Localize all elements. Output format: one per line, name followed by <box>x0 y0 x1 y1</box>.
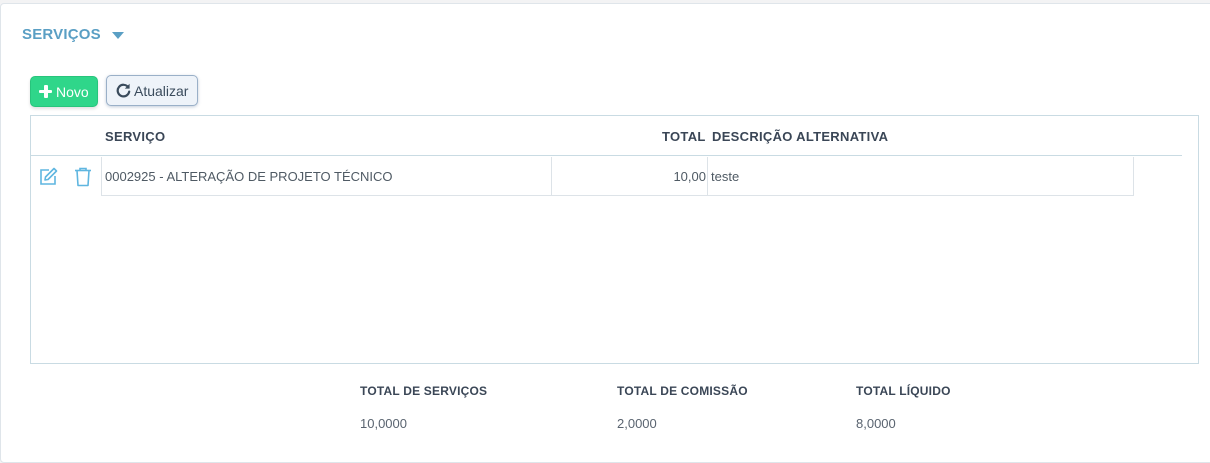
total-comissao-value: 2,0000 <box>617 416 657 431</box>
new-button-label: Novo <box>56 83 89 100</box>
refresh-icon <box>116 83 131 98</box>
grid-header: SERVIÇO TOTAL DESCRIÇÃO ALTERNATIVA <box>31 116 1182 156</box>
column-header-descricao[interactable]: DESCRIÇÃO ALTERNATIVA <box>712 129 888 144</box>
column-header-total[interactable]: TOTAL <box>662 129 706 144</box>
trash-icon[interactable] <box>72 166 94 188</box>
cell-servico: 0002925 - ALTERAÇÃO DE PROJETO TÉCNICO <box>101 157 552 196</box>
total-liquido-label: TOTAL LÍQUIDO <box>856 384 951 398</box>
section-title: SERVIÇOS <box>22 25 101 43</box>
new-button[interactable]: Novo <box>30 76 98 107</box>
total-comissao: TOTAL DE COMISSÃO 2,0000 <box>617 384 748 431</box>
caret-down-icon <box>111 31 124 39</box>
cell-total: 10,00 <box>551 157 708 196</box>
refresh-button-label: Atualizar <box>134 82 189 99</box>
total-comissao-label: TOTAL DE COMISSÃO <box>617 384 748 398</box>
total-liquido: TOTAL LÍQUIDO 8,0000 <box>856 384 951 431</box>
services-grid: SERVIÇO TOTAL DESCRIÇÃO ALTERNATIVA 0002… <box>30 115 1199 364</box>
total-servicos-value: 10,0000 <box>360 416 407 431</box>
plus-icon <box>39 85 52 98</box>
cell-descricao: teste <box>708 157 1134 196</box>
section-toggle[interactable]: SERVIÇOS <box>22 24 124 44</box>
edit-icon[interactable] <box>37 166 59 188</box>
total-servicos: TOTAL DE SERVIÇOS 10,0000 <box>360 384 488 431</box>
column-header-servico[interactable]: SERVIÇO <box>105 129 165 144</box>
table-row[interactable]: 0002925 - ALTERAÇÃO DE PROJETO TÉCNICO 1… <box>31 157 1134 196</box>
refresh-button[interactable]: Atualizar <box>106 75 198 106</box>
total-liquido-value: 8,0000 <box>856 416 896 431</box>
services-panel: SERVIÇOS Novo Atualizar SERVIÇO TOTAL DE… <box>0 3 1210 463</box>
total-servicos-label: TOTAL DE SERVIÇOS <box>360 384 488 398</box>
